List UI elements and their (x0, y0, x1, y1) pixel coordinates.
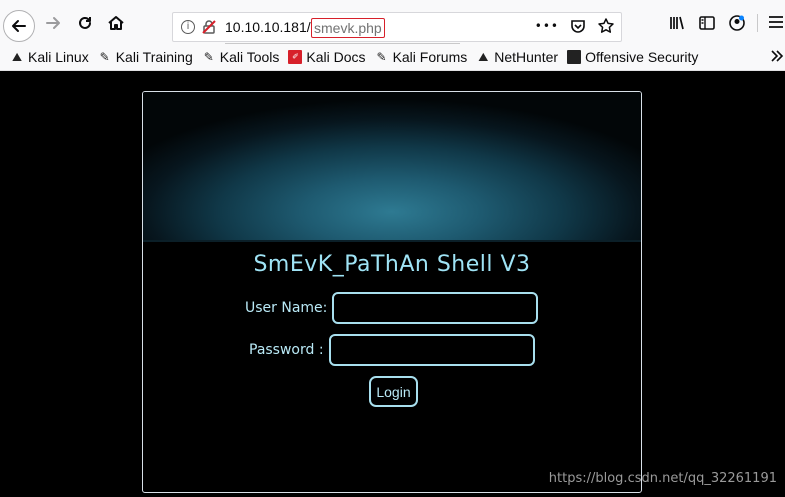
username-label: User Name: (245, 300, 328, 316)
forward-button[interactable] (38, 8, 68, 38)
back-arrow-icon (12, 20, 26, 32)
bookmark-kali-forums[interactable]: ✎ Kali Forums (375, 49, 468, 65)
insecure-lock-icon[interactable] (201, 19, 217, 35)
forward-arrow-icon (46, 17, 60, 29)
reload-button[interactable] (70, 8, 100, 38)
bookmark-label: Kali Linux (28, 49, 89, 65)
bookmark-label: NetHunter (494, 49, 559, 65)
home-button[interactable] (101, 8, 131, 38)
browser-toolbar: i 10.10.10.181/ smevk.php ••• (0, 0, 785, 44)
page-content: SmEvK_PaThAn Shell V3 User Name: Passwor… (0, 72, 785, 497)
bookmarks-bar: ⛰ Kali Linux ✎ Kali Training ✎ Kali Tool… (0, 44, 785, 71)
bookmark-label: Kali Forums (392, 49, 468, 65)
hamburger-menu-icon (769, 16, 783, 28)
back-button[interactable] (3, 10, 35, 42)
url-path-highlighted[interactable]: smevk.php (311, 18, 385, 38)
banner-image (143, 92, 641, 242)
bookmark-kali-docs[interactable]: ✐ Kali Docs (288, 49, 366, 65)
kali-dragon-icon: ⛰ (11, 50, 23, 64)
pocket-icon[interactable] (569, 17, 587, 35)
kali-tools-icon: ✎ (203, 50, 214, 64)
password-label: Password : (249, 342, 324, 358)
nethunter-icon: ⛰ (478, 50, 489, 64)
bookmark-label: Kali Tools (219, 49, 280, 65)
bookmark-kali-training[interactable]: ✎ Kali Training (98, 49, 193, 65)
kali-forums-icon: ✎ (376, 50, 387, 64)
login-button[interactable]: Login (369, 376, 418, 407)
toolbar-right (668, 14, 746, 32)
bookmark-label: Kali Docs (306, 49, 366, 65)
bookmarks-overflow-button[interactable] (769, 48, 785, 68)
overflow-chevron-icon (771, 50, 784, 62)
page-actions-button[interactable]: ••• (535, 19, 559, 33)
username-input[interactable] (332, 292, 539, 324)
reload-icon (79, 16, 91, 29)
bookmark-nethunter[interactable]: ⛰ NetHunter (476, 49, 558, 65)
bookmark-offensive-security[interactable]: Offensive Security (567, 49, 698, 65)
url-bar[interactable]: i 10.10.10.181/ smevk.php ••• (172, 12, 622, 42)
home-icon (108, 16, 124, 30)
url-host[interactable]: 10.10.10.181/ (225, 19, 311, 35)
shell-title: SmEvK_PaThAn Shell V3 (253, 252, 531, 277)
kali-training-icon: ✎ (99, 50, 110, 64)
bookmark-kali-linux[interactable]: ⛰ Kali Linux (10, 49, 89, 65)
sidebar-icon[interactable] (698, 14, 716, 32)
bookmark-kali-tools[interactable]: ✎ Kali Tools (202, 49, 280, 65)
bookmark-label: Kali Training (115, 49, 193, 65)
password-input[interactable] (328, 334, 535, 366)
url-actions: ••• (535, 17, 615, 35)
kali-docs-icon: ✐ (288, 50, 303, 64)
library-icon[interactable] (668, 14, 686, 32)
toolbar-separator (757, 14, 758, 32)
username-row: User Name: (245, 292, 539, 324)
info-icon[interactable]: i (181, 20, 195, 34)
account-icon[interactable] (728, 14, 746, 32)
hamburger-menu-button[interactable] (768, 14, 784, 34)
password-row: Password : (249, 334, 535, 366)
login-panel: SmEvK_PaThAn Shell V3 User Name: Passwor… (142, 91, 642, 493)
watermark-text: https://blog.csdn.net/qq_32261191 (548, 471, 777, 486)
offsec-icon (567, 50, 582, 64)
star-icon[interactable] (597, 17, 615, 35)
bookmark-label: Offensive Security (585, 49, 699, 65)
